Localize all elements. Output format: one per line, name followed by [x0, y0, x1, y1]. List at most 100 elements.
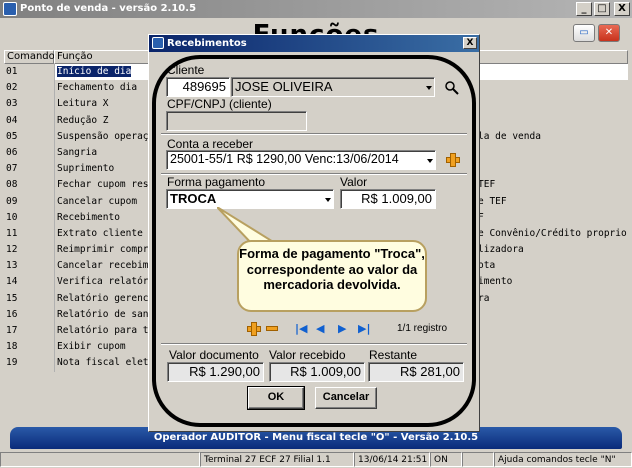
cell-comando: 17 [6, 325, 18, 336]
cell-comando: 11 [6, 227, 18, 239]
cell-funcao-text: Fechar cupom resu [57, 179, 155, 191]
cell-comando: 09 [6, 195, 18, 207]
dialog-close-button[interactable]: X [463, 37, 477, 49]
cell-comando: 14 [6, 276, 18, 288]
cell-comando: 06 [6, 146, 18, 158]
column-header-comando[interactable]: Comando [4, 50, 55, 64]
cell-funcao-text: Sangria [57, 146, 98, 158]
cancel-button[interactable]: Cancelar [315, 387, 377, 409]
cell-funcao-text: Suspensão operaçã [57, 130, 155, 142]
cliente-name-select[interactable]: JOSE OLIVEIRA [231, 77, 435, 97]
valor-documento-label: Valor documento [169, 348, 259, 362]
main-window-titlebar: Ponto de venda - versão 2.10.5 _ □ X [0, 0, 632, 18]
remove-record-icon[interactable] [266, 326, 278, 331]
cpf-input[interactable] [166, 111, 307, 131]
close-button[interactable]: X [614, 2, 630, 16]
record-counter: 1/1 registro [397, 323, 448, 334]
cell-funcao-overflow: e Convênio/Crédito proprio [478, 227, 627, 239]
cell-funcao-text: Relatório de sanç [57, 308, 155, 320]
first-record-icon[interactable]: |◀ [295, 323, 307, 335]
minimize-button[interactable]: _ [576, 2, 592, 16]
cell-comando: 07 [6, 163, 18, 175]
status-panel-empty [0, 452, 200, 467]
valor-recebido-field: R$ 1.009,00 [269, 362, 365, 382]
status-bar: Terminal 27 ECF 27 Filial 1.1 13/06/14 2… [0, 451, 632, 468]
cell-funcao-overflow: TEF [478, 179, 496, 191]
cell-comando: 01 [6, 66, 18, 77]
dialog-titlebar: Recebimentos X [149, 35, 479, 52]
restante-field: R$ 281,00 [368, 362, 464, 382]
cell-funcao-text: Início de dia [57, 66, 132, 77]
valor-label: Valor [340, 175, 368, 189]
prev-record-icon[interactable]: ◀ [316, 323, 324, 335]
cell-funcao-overflow: imento [478, 276, 513, 288]
dialog-title: Recebimentos [167, 38, 247, 49]
status-panel-terminal: Terminal 27 ECF 27 Filial 1.1 [200, 452, 354, 467]
status-panel-help: Ajuda comandos tecle "N" [494, 452, 632, 467]
conta-receber-label: Conta a receber [167, 137, 254, 151]
separator [161, 133, 467, 135]
status-panel-online: ON [430, 452, 462, 467]
cell-funcao-text: Recebimento [57, 211, 120, 223]
cell-comando: 12 [6, 244, 18, 256]
cell-comando: 19 [6, 357, 18, 369]
dialog-app-icon [152, 37, 164, 49]
chevron-down-icon [426, 86, 432, 90]
cell-comando: 08 [6, 179, 18, 191]
cell-comando: 04 [6, 114, 18, 126]
cell-comando: 13 [6, 260, 18, 272]
cell-comando: 16 [6, 308, 18, 320]
conta-receber-value: 25001-55/1 R$ 1290,00 Venc:13/06/2014 [170, 152, 399, 166]
cell-funcao-overflow: e TEF [478, 195, 507, 207]
cell-funcao-text: Exibir cupom [57, 341, 126, 353]
forma-pagamento-select[interactable]: TROCA [166, 189, 334, 209]
cell-funcao-text: Redução Z [57, 114, 109, 126]
cell-comando: 18 [6, 341, 18, 353]
cliente-name-value: JOSE OLIVEIRA [235, 79, 333, 94]
conta-receber-select[interactable]: 25001-55/1 R$ 1290,00 Venc:13/06/2014 [166, 150, 436, 170]
valor-input[interactable]: R$ 1.009,00 [340, 189, 436, 209]
callout-balloon: Forma de pagamento "Troca", corresponden… [237, 240, 427, 312]
cliente-code-input[interactable]: 489695 [166, 77, 230, 97]
cell-funcao-text: Suprimento [57, 163, 115, 175]
next-record-icon[interactable]: ▶ [338, 323, 346, 335]
chevron-down-icon [325, 198, 331, 202]
forma-pagamento-label: Forma pagamento [167, 175, 266, 189]
cell-funcao-text: Verifica relatóri [57, 276, 155, 288]
cell-funcao-overflow: la de venda [478, 130, 541, 142]
last-record-icon[interactable]: ▶| [358, 323, 370, 335]
cell-comando: 15 [6, 292, 18, 304]
search-icon[interactable] [444, 80, 460, 96]
status-panel-blank [462, 452, 494, 467]
cell-comando: 05 [6, 130, 18, 142]
status-panel-datetime: 13/06/14 21:51 [354, 452, 430, 467]
cell-comando: 03 [6, 98, 18, 110]
chevron-down-icon [427, 159, 433, 163]
restore-icon[interactable]: ▭ [573, 24, 595, 42]
add-conta-icon[interactable] [446, 153, 460, 167]
cell-funcao-text: Reimprimir compro [57, 244, 155, 256]
maximize-button[interactable]: □ [594, 2, 610, 16]
cell-funcao-text: Cancelar recebime [57, 260, 155, 272]
cell-funcao-text: Relatório gerenci [57, 292, 155, 304]
cell-funcao-text: Cancelar cupom [57, 195, 138, 207]
cell-funcao-overflow: ota [478, 260, 496, 272]
cpf-label: CPF/CNPJ (cliente) [167, 97, 272, 111]
ok-button[interactable]: OK [247, 386, 305, 410]
valor-documento-field: R$ 1.290,00 [167, 362, 264, 382]
cell-funcao-text: Fechamento dia [57, 82, 138, 94]
forma-pagamento-value: TROCA [170, 191, 217, 206]
cell-comando: 02 [6, 82, 18, 94]
restante-label: Restante [369, 348, 418, 362]
valor-recebido-label: Valor recebido [269, 348, 346, 362]
recebimentos-dialog: Recebimentos X Cliente 489695 JOSE OLIVE… [148, 34, 480, 432]
separator [161, 343, 467, 345]
cell-funcao-overflow: lizadora [478, 244, 524, 256]
app-icon [3, 2, 17, 16]
add-record-icon[interactable] [247, 322, 261, 336]
close-icon[interactable]: ✕ [598, 24, 620, 42]
main-window-title: Ponto de venda - versão 2.10.5 [20, 3, 197, 14]
cell-funcao-text: Extrato cliente [57, 227, 143, 239]
cell-funcao-text: Leitura X [57, 98, 109, 110]
cliente-label: Cliente [167, 63, 205, 77]
